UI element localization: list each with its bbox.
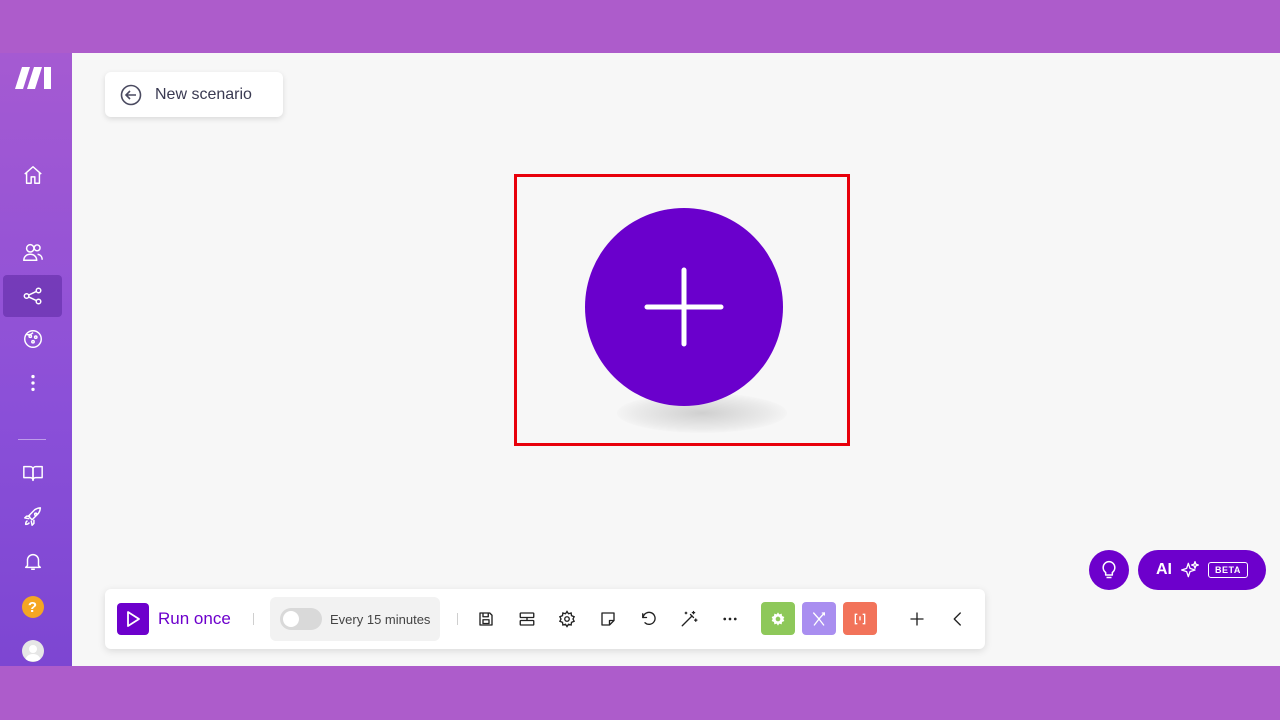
toolbar-separator (253, 613, 254, 625)
sparkles-icon (1181, 561, 1199, 578)
users-icon (22, 243, 43, 261)
settings-button[interactable] (555, 607, 579, 631)
schedule-toggle[interactable] (280, 608, 322, 630)
save-icon (479, 612, 493, 626)
plus-icon (910, 612, 924, 626)
magic-wand-icon (681, 610, 698, 627)
sidebar-item-more[interactable] (3, 362, 62, 404)
sidebar: ? (0, 53, 72, 666)
tips-button[interactable] (1089, 550, 1129, 590)
save-button[interactable] (474, 607, 498, 631)
sidebar-item-docs[interactable] (3, 452, 62, 494)
sidebar-item-help[interactable]: ? (3, 586, 62, 628)
collapse-toolbar-button[interactable] (946, 607, 970, 631)
scenario-canvas[interactable]: New scenario AI BETA Run once Every 15 m… (72, 53, 1280, 666)
sidebar-item-profile[interactable] (3, 630, 62, 672)
scenario-toolbar: Run once Every 15 minutes (105, 589, 985, 649)
more-options-button[interactable] (718, 607, 742, 631)
toggle-knob (283, 611, 299, 627)
add-module-toolbar-button[interactable] (905, 607, 929, 631)
gear-icon (771, 611, 785, 626)
toolbar-separator (457, 613, 458, 625)
home-icon (23, 166, 42, 184)
run-once-label: Run once (158, 609, 231, 628)
schedule-label: Every 15 minutes (330, 611, 431, 627)
help-icon: ? (21, 596, 44, 618)
highlight-box (514, 174, 850, 446)
note-icon (601, 612, 615, 626)
run-once-button[interactable]: Run once (117, 603, 231, 635)
sidebar-item-notifications[interactable] (3, 540, 62, 582)
more-horizontal-icon (723, 617, 737, 621)
text-parser-module-button[interactable] (843, 602, 877, 635)
sidebar-divider (18, 439, 46, 440)
bell-icon (24, 553, 41, 570)
globe-icon (23, 330, 42, 348)
tools-module-button[interactable] (761, 602, 795, 635)
sidebar-item-scenarios[interactable] (3, 275, 62, 317)
play-icon (117, 603, 149, 635)
arrow-left-circle-icon (120, 84, 142, 105)
explain-flow-button[interactable] (677, 607, 701, 631)
avatar-icon (21, 640, 44, 662)
sidebar-item-whats-new[interactable] (3, 496, 62, 538)
sidebar-item-templates[interactable] (3, 318, 62, 360)
sidebar-item-home[interactable] (3, 154, 62, 196)
undo-button[interactable] (636, 607, 660, 631)
share-icon (23, 287, 42, 305)
flow-control-icon (813, 611, 825, 626)
more-vertical-icon (30, 374, 35, 392)
back-to-scenarios-button[interactable]: New scenario (105, 72, 283, 117)
ai-label: AI (1156, 561, 1172, 578)
scenario-name: New scenario (155, 85, 252, 103)
rocket-icon (23, 507, 41, 526)
brackets-icon (854, 613, 866, 624)
chevron-left-icon (953, 612, 961, 626)
lightbulb-icon (1102, 560, 1116, 579)
undo-icon (642, 611, 656, 625)
beta-badge: BETA (1208, 562, 1248, 578)
schedule-control[interactable]: Every 15 minutes (270, 597, 440, 641)
ai-assistant-button[interactable]: AI BETA (1138, 550, 1266, 590)
auto-align-button[interactable] (515, 607, 539, 631)
align-icon (519, 612, 535, 626)
app-window: ? New scenario AI BETA Run once Every 15… (0, 53, 1280, 666)
flow-control-module-button[interactable] (802, 602, 836, 635)
gear-icon (558, 610, 576, 628)
notes-button[interactable] (596, 607, 620, 631)
sidebar-item-team[interactable] (3, 231, 62, 273)
make-logo-icon[interactable] (14, 65, 54, 91)
book-icon (22, 465, 43, 482)
